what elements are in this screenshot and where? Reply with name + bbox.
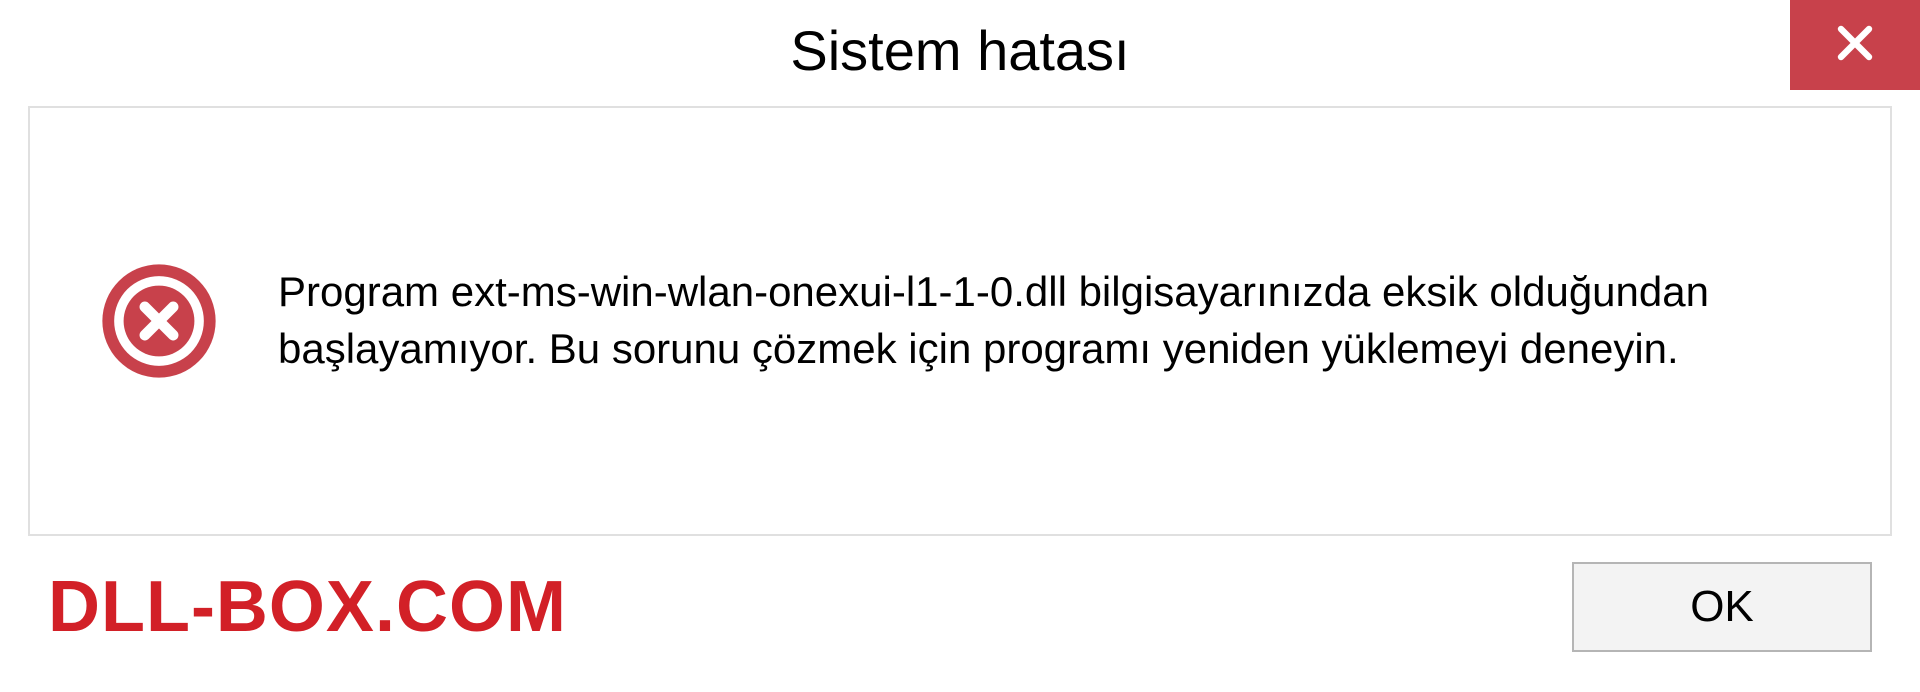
close-icon (1831, 19, 1879, 72)
dialog-footer: DLL-BOX.COM OK (0, 542, 1920, 692)
error-icon (100, 262, 218, 380)
dialog-title: Sistem hatası (790, 18, 1129, 83)
dialog-body: Program ext-ms-win-wlan-onexui-l1-1-0.dl… (28, 106, 1892, 536)
close-button[interactable] (1790, 0, 1920, 90)
titlebar: Sistem hatası (0, 0, 1920, 100)
ok-button[interactable]: OK (1572, 562, 1872, 652)
watermark-text: DLL-BOX.COM (48, 566, 567, 648)
error-message: Program ext-ms-win-wlan-onexui-l1-1-0.dl… (278, 264, 1840, 377)
